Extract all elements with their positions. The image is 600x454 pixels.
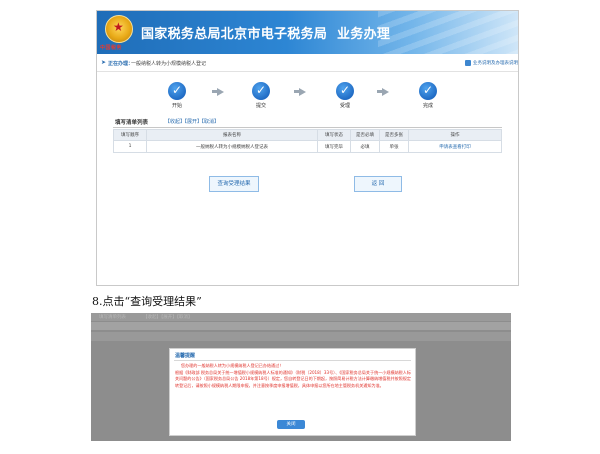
table-cell: 单张 [379, 140, 409, 153]
document-icon[interactable] [465, 60, 471, 66]
step-arrow-icon [299, 88, 306, 96]
step-arrow-icon [217, 88, 224, 96]
step-submit-label: 提交 [255, 103, 266, 109]
close-button[interactable]: 关闭 [277, 420, 305, 429]
back-button[interactable]: 返 回 [354, 176, 402, 192]
table-header-row: 填写顺序 报表名称 填写状态 是否必填 是否多张 操作 [113, 129, 502, 141]
notice-dialog: 温馨提醒 您办理的一般纳税人转为小规模纳税人登记已办结通过！ 根据《财政部 税务… [169, 348, 416, 436]
view-print-link[interactable]: 申请表查看打印 [408, 140, 502, 153]
step-accept-label: 受理 [339, 103, 350, 109]
site-title-sub: 业务办理 [337, 27, 391, 42]
dialog-line: 关问题的公告》（国家税务总局公告 2018年第18号）规定，您自转登记日的下期起… [175, 376, 411, 381]
step-arrow-icon [382, 88, 389, 96]
background-list-actions: 【收起】【展开】【取消】 [143, 315, 193, 320]
step-submit-check-icon: ✓ [252, 82, 270, 100]
breadcrumb-value: 一般纳税人转为小规模纳税人登记 [131, 61, 207, 67]
column-header: 是否多张 [379, 129, 409, 141]
column-header: 报表名称 [146, 129, 318, 141]
site-title-main: 国家税务总局北京市电子税务局 [141, 27, 328, 42]
column-header: 操作 [408, 129, 502, 141]
table-row: 1 一般纳税人转为小规模纳税人登记表 填写完毕 必填 单张 申请表查看打印 [113, 140, 502, 153]
table-cell: 1 [113, 140, 147, 153]
breadcrumb-arrow-icon: ➤ [101, 59, 107, 66]
table-cell: 填写完毕 [317, 140, 351, 153]
step-complete-check-icon: ✓ [419, 82, 437, 100]
query-result-button[interactable]: 查询受理结果 [209, 176, 259, 192]
dialog-message: 您办理的一般纳税人转为小规模纳税人登记已办结通过！ 根据《财政部 税务总局关于统… [175, 363, 411, 389]
column-header: 是否必填 [350, 129, 380, 141]
cancel-link[interactable]: 【取消】 [199, 118, 219, 125]
step-start-check-icon: ✓ [168, 82, 186, 100]
background-table-header [91, 322, 511, 330]
dialog-title: 温馨提醒 [175, 353, 196, 359]
step-accept-check-icon: ✓ [336, 82, 354, 100]
form-list-table: 填写顺序 报表名称 填写状态 是否必填 是否多张 操作 1 一般纳税人转为小规模… [113, 129, 502, 153]
background-list-title: 填写清单列表 [99, 315, 126, 320]
background-table-row [91, 332, 511, 341]
breadcrumb-label: 正在办理： [108, 61, 134, 67]
site-title: 国家税务总局北京市电子税务局 业务办理 [141, 23, 390, 42]
banner-decoration [378, 11, 518, 54]
breadcrumb: ➤ 正在办理： 一般纳税人转为小规模纳税人登记 业务说明及办理表说明 [97, 57, 518, 72]
column-header: 填写状态 [317, 129, 351, 141]
list-title: 填写清单列表 [115, 120, 149, 126]
table-cell: 必填 [350, 140, 380, 153]
dialog-divider [174, 360, 411, 361]
step-complete-label: 完成 [422, 103, 433, 109]
table-cell: 一般纳税人转为小规模纳税人登记表 [146, 140, 318, 153]
step-start-label: 开始 [171, 103, 182, 109]
tax-emblem-icon: ★ [105, 15, 133, 43]
help-link[interactable]: 业务说明及办理表说明 [473, 60, 518, 66]
screenshot-result-dialog: 填写清单列表 【收起】【展开】【取消】 温馨提醒 您办理的一般纳税人转为小规模纳… [91, 313, 511, 441]
screenshot-business-page: ★ 中国税务 国家税务总局北京市电子税务局 业务办理 ➤ 正在办理： 一般纳税人… [96, 10, 519, 286]
list-divider [113, 127, 502, 128]
column-header: 填写顺序 [113, 129, 147, 141]
dialog-line: 转登记后，请按照小规模纳税人期限申报，并注意按季度申报增值税，具体申报以您所在地… [175, 382, 384, 388]
site-banner: ★ 中国税务 国家税务总局北京市电子税务局 业务办理 [97, 11, 518, 54]
step-caption: 8.点击“查询受理结果” [92, 295, 202, 308]
emblem-caption: 中国税务 [100, 45, 123, 51]
